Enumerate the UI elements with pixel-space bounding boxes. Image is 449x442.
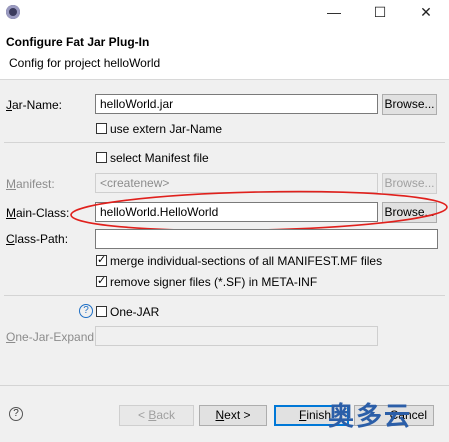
footer-separator <box>0 385 449 386</box>
class-path-input[interactable] <box>95 229 438 249</box>
one-jar-expand-input <box>95 326 378 346</box>
class-path-label: Class-Path: <box>6 232 69 246</box>
highlight-annotation <box>70 190 448 232</box>
remove-signer-checkbox[interactable] <box>96 274 107 287</box>
separator <box>4 295 445 296</box>
help-icon[interactable]: ? <box>9 407 23 421</box>
one-jar-label: One-JAR <box>110 305 160 319</box>
merge-manifest-checkbox[interactable] <box>96 253 107 266</box>
merge-manifest-label: merge individual-sections of all MANIFES… <box>110 254 383 268</box>
one-jar-checkbox[interactable] <box>96 306 107 317</box>
highlight-ellipse <box>70 190 448 232</box>
watermark-text: 奥多云 <box>328 402 413 432</box>
one-jar-expand-label: One-Jar-Expand: <box>6 330 98 344</box>
next-button[interactable]: Next > <box>199 405 267 426</box>
back-button: < Back <box>119 405 194 426</box>
remove-signer-label: remove signer files (*.SF) in META-INF <box>110 275 318 289</box>
one-jar-help-icon[interactable]: ? <box>79 304 93 318</box>
